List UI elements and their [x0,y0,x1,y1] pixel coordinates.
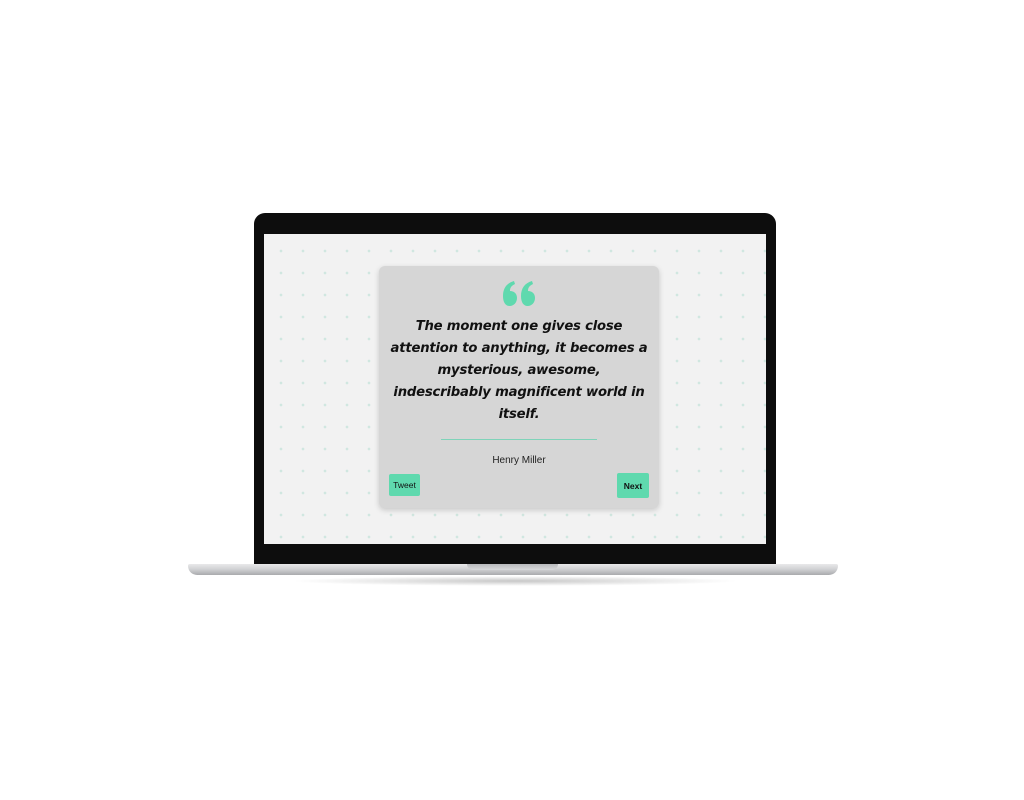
tweet-button[interactable]: Tweet [389,474,420,496]
laptop-mockup: The moment one gives close attention to … [0,0,1024,800]
laptop-screen: The moment one gives close attention to … [264,234,766,544]
next-button[interactable]: Next [617,473,649,498]
laptop-notch [467,564,558,570]
quote-mark-icon [503,281,535,306]
quote-text: The moment one gives close attention to … [390,319,648,422]
divider [441,439,597,440]
laptop-shadow [290,576,740,586]
quote-card: The moment one gives close attention to … [379,266,659,508]
quote-author: Henry Miller [492,455,546,466]
